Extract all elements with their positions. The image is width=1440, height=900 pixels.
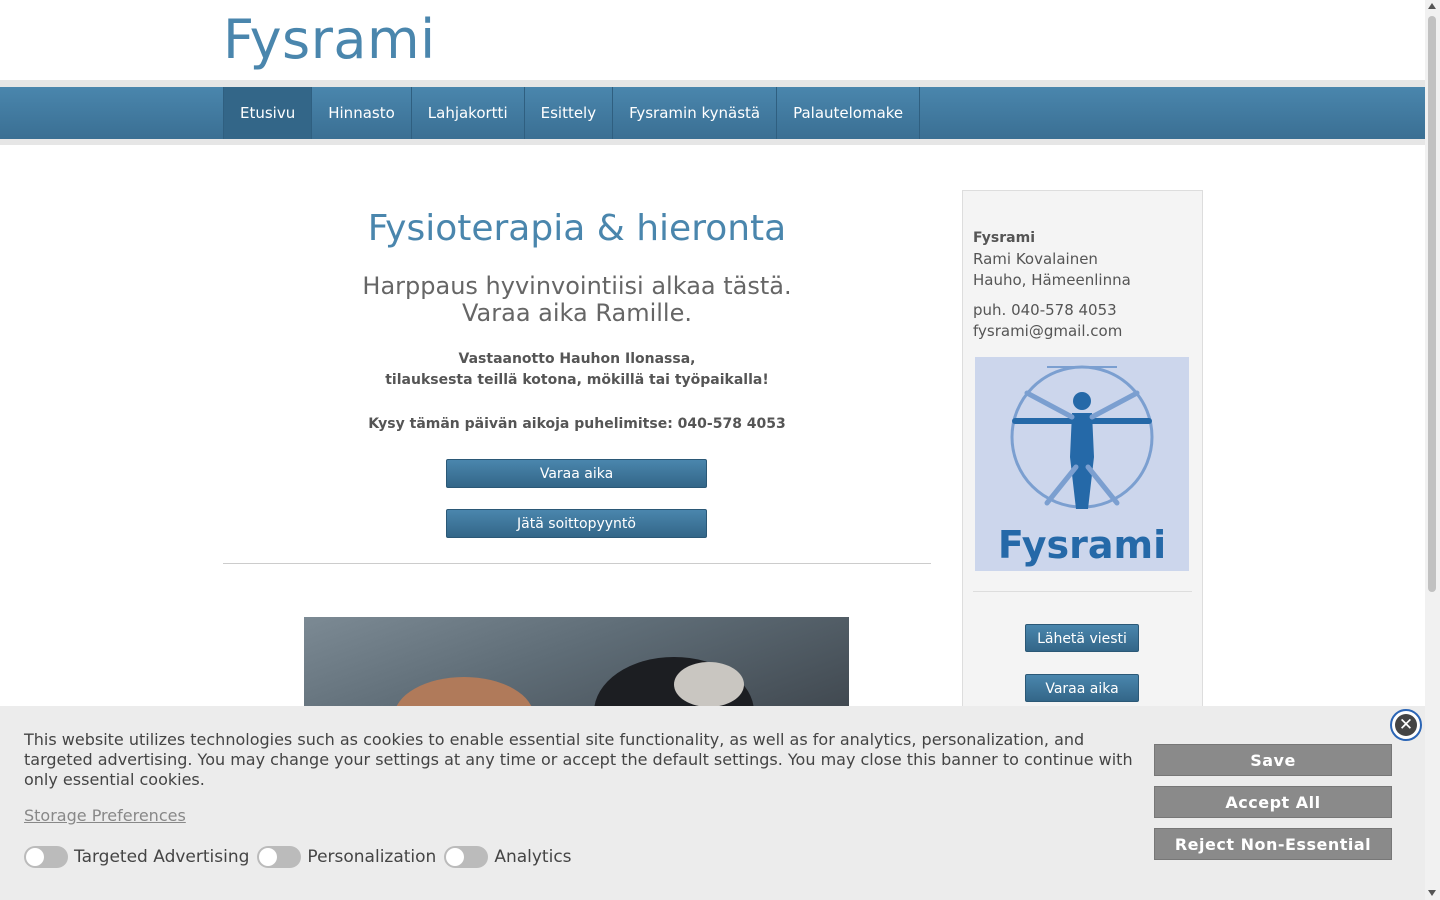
sidebar-email[interactable]: fysrami@gmail.com (973, 321, 1122, 342)
nav-strip-top (0, 80, 1425, 87)
toggle-knob (259, 848, 278, 866)
sidebar-contact: puh. 040-578 4053 fysrami@gmail.com (973, 300, 1122, 342)
sidebar-location: Hauho, Hämeenlinna (973, 271, 1131, 289)
targeted-advertising-toggle[interactable] (24, 846, 68, 868)
info-line-2: tilauksesta teillä kotona, mökillä tai t… (385, 372, 769, 388)
call-text: Kysy tämän päivän aikoja puhelimitse: 04… (368, 416, 786, 432)
vertical-scrollbar[interactable] (1425, 0, 1440, 900)
scroll-up-arrow-icon[interactable] (1428, 3, 1436, 9)
callback-request-button[interactable]: Jätä soittopyyntö (446, 509, 707, 538)
sidebar-phone: puh. 040-578 4053 (973, 301, 1117, 319)
storage-preferences-link[interactable]: Storage Preferences (24, 806, 186, 825)
info-line-1: Vastaanotto Hauhon Ilonassa, (458, 351, 696, 367)
nav-item-palautelomake[interactable]: Palautelomake (776, 87, 921, 139)
photo-cap-highlight (674, 662, 744, 707)
book-appointment-button[interactable]: Varaa aika (446, 459, 707, 488)
scroll-down-arrow-icon[interactable] (1428, 890, 1436, 896)
info-text: Vastaanotto Hauhon Ilonassa, tilauksesta… (223, 349, 931, 391)
personalization-label: Personalization (307, 847, 437, 867)
subheading: Harppaus hyvinvointiisi alkaa tästä. Var… (223, 273, 931, 327)
page-title: Fysioterapia & hieronta (367, 208, 787, 249)
personalization-toggle[interactable] (257, 846, 302, 868)
sidebar-company: Fysrami (973, 230, 1035, 246)
send-message-button[interactable]: Lähetä viesti (1025, 624, 1139, 652)
nav-item-etusivu[interactable]: Etusivu (223, 87, 312, 139)
logo-wordmark: Fysrami (997, 523, 1167, 567)
cookie-banner: ✕ This website utilizes technologies suc… (0, 706, 1425, 900)
subheading-line-1: Harppaus hyvinvointiisi alkaa tästä. (362, 272, 792, 300)
header: Fysrami (0, 0, 1425, 80)
fysrami-logo: Fysrami (975, 357, 1189, 571)
save-button[interactable]: Save (1154, 744, 1392, 776)
main-nav: Etusivu Hinnasto Lahjakortti Esittely Fy… (0, 87, 1425, 139)
sidebar-person: Rami Kovalainen (973, 250, 1098, 268)
site-title[interactable]: Fysrami (223, 8, 436, 71)
accept-all-button[interactable]: Accept All (1154, 786, 1392, 818)
close-icon: ✕ (1395, 714, 1417, 736)
subheading-line-2: Varaa aika Ramille. (462, 299, 692, 327)
divider (223, 563, 931, 564)
analytics-toggle[interactable] (444, 846, 489, 868)
nav-item-hinnasto[interactable]: Hinnasto (311, 87, 411, 139)
nav-items: Etusivu Hinnasto Lahjakortti Esittely Fy… (223, 87, 921, 139)
cookie-text: This website utilizes technologies such … (24, 730, 1133, 789)
analytics-label: Analytics (494, 847, 572, 867)
sidebar-divider (973, 591, 1192, 592)
main-content: Fysioterapia & hieronta Harppaus hyvinvo… (223, 190, 931, 737)
close-banner-button[interactable]: ✕ (1390, 709, 1422, 741)
nav-item-esittely[interactable]: Esittely (523, 87, 613, 139)
cookie-toggles: Targeted Advertising Personalization Ana… (24, 846, 580, 868)
sidebar: Fysrami Rami Kovalainen Hauho, Hämeenlin… (962, 190, 1203, 750)
nav-strip-bottom (0, 139, 1425, 145)
targeted-advertising-label: Targeted Advertising (74, 847, 250, 867)
toggle-knob (446, 848, 465, 866)
sidebar-address: Fysrami Rami Kovalainen Hauho, Hämeenlin… (973, 228, 1131, 291)
nav-item-lahjakortti[interactable]: Lahjakortti (410, 87, 524, 139)
toggle-knob (26, 848, 44, 866)
reject-non-essential-button[interactable]: Reject Non-Essential (1154, 828, 1392, 860)
page: Fysrami Etusivu Hinnasto Lahjakortti Esi… (0, 0, 1425, 900)
sidebar-book-button[interactable]: Varaa aika (1025, 674, 1139, 702)
nav-item-fysramin-kynasta[interactable]: Fysramin kynästä (612, 87, 776, 139)
scroll-thumb[interactable] (1428, 16, 1436, 592)
